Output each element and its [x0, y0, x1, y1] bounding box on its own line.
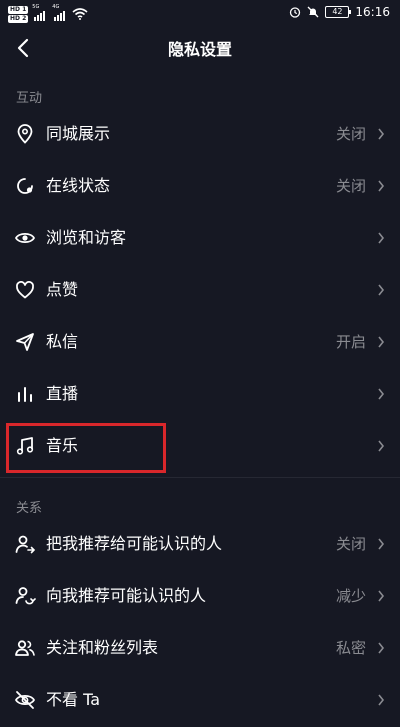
row-label: 向我推荐可能认识的人: [46, 586, 207, 605]
row-browse-visitors[interactable]: 浏览和访客: [0, 213, 400, 265]
row-value: 开启: [335, 333, 366, 351]
row-label: 浏览和访客: [46, 228, 127, 247]
alarm-icon: [290, 7, 301, 18]
row-value: 关闭: [335, 125, 366, 143]
chevron-right-icon: [378, 642, 385, 654]
chevron-right-icon: [378, 336, 385, 348]
hd2-badge: HD 2: [8, 14, 29, 23]
chevron-right-icon: [378, 694, 385, 706]
row-follow-fans-list[interactable]: 关注和粉丝列表 私密: [0, 623, 400, 675]
person-share-icon: [15, 535, 36, 554]
chevron-right-icon: [378, 232, 385, 244]
signal-icon-2: 4G: [52, 4, 68, 21]
chevron-right-icon: [378, 388, 385, 400]
row-label: 点赞: [46, 280, 79, 299]
live-bars-icon: [18, 387, 32, 402]
row-hide-from[interactable]: 不看 Ta: [0, 675, 400, 727]
row-local-display[interactable]: 同城展示 关闭: [0, 109, 400, 161]
chevron-right-icon: [378, 590, 385, 602]
paper-plane-icon: [16, 333, 34, 351]
chevron-right-icon: [378, 180, 385, 192]
net2-label: 4G: [52, 4, 60, 10]
eye-off-icon: [14, 691, 36, 709]
chevron-right-icon: [378, 284, 385, 296]
clock: 16:16: [355, 5, 390, 19]
row-value: 减少: [335, 587, 366, 605]
battery-indicator: 42: [325, 6, 352, 18]
music-highlight-box: [6, 423, 166, 473]
online-status-icon: [17, 178, 33, 194]
wifi-icon: [72, 8, 88, 20]
row-live[interactable]: 直播: [0, 369, 400, 421]
heart-icon: [16, 281, 34, 299]
section-label-relations: 关系: [16, 501, 43, 516]
net1-label: 5G: [32, 4, 40, 10]
status-left: HD 1 HD 2 5G 4G: [8, 4, 88, 24]
row-label: 同城展示: [46, 124, 111, 143]
row-recommend-to-me[interactable]: 向我推荐可能认识的人 减少: [0, 571, 400, 623]
signal-icon: 5G: [32, 4, 48, 21]
section-label-interaction: 互动: [16, 91, 43, 106]
eye-icon: [14, 232, 36, 244]
chevron-right-icon: [378, 440, 385, 452]
status-bar: HD 1 HD 2 5G 4G 42 16:16: [0, 0, 400, 28]
row-online-status[interactable]: 在线状态 关闭: [0, 161, 400, 213]
row-likes[interactable]: 点赞: [0, 265, 400, 317]
mute-bell-icon: [307, 6, 319, 18]
hd-indicators: HD 1 HD 2: [8, 5, 29, 23]
row-value: 关闭: [335, 535, 366, 553]
nav-bar: 隐私设置: [0, 28, 400, 68]
people-icon: [15, 640, 35, 656]
row-label: 关注和粉丝列表: [46, 638, 159, 657]
row-label: 把我推荐给可能认识的人: [46, 534, 223, 553]
person-recommend-icon: [15, 587, 36, 605]
page-title: 隐私设置: [167, 40, 232, 59]
section-divider: [0, 477, 400, 478]
row-direct-messages[interactable]: 私信 开启: [0, 317, 400, 369]
row-recommend-me[interactable]: 把我推荐给可能认识的人 关闭: [0, 519, 400, 571]
row-label: 在线状态: [46, 176, 111, 195]
hd1-badge: HD 1: [8, 5, 29, 14]
row-label: 直播: [46, 384, 79, 403]
status-right: 42 16:16: [289, 5, 390, 19]
row-label: 私信: [46, 332, 79, 351]
location-pin-icon: [17, 124, 33, 144]
row-value: 关闭: [335, 177, 366, 195]
row-value: 私密: [335, 639, 366, 657]
chevron-right-icon: [378, 128, 385, 140]
row-label: 不看 Ta: [46, 690, 101, 709]
chevron-right-icon: [378, 538, 385, 550]
